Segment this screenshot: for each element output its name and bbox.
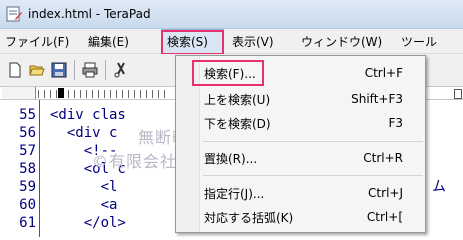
menu-item-label: 下を検索(D) [204, 116, 271, 131]
line-number-gutter: 55 56 57 58 59 60 61 [0, 100, 40, 237]
menu-item-label: 上を検索(U) [204, 92, 271, 107]
open-file-icon[interactable] [27, 60, 47, 80]
code-line: <div c [50, 125, 118, 141]
menu-search[interactable]: 検索(S) [161, 28, 224, 54]
menu-item-shortcut: Shift+F3 [351, 92, 403, 106]
window-title: index.html - TeraPad [28, 7, 151, 21]
menu-file[interactable]: ファイル(F) [0, 29, 74, 54]
line-number: 56 [19, 125, 36, 141]
ruler-end-mark [454, 89, 462, 99]
ruler-cursor-mark [58, 88, 64, 98]
code-line: <div clas [50, 107, 126, 123]
menu-item-find-up[interactable]: 上を検索(U) Shift+F3 [200, 87, 425, 111]
toolbar-separator [74, 60, 75, 80]
save-file-icon[interactable] [49, 60, 69, 80]
code-line: <l [50, 179, 118, 195]
menu-item-replace[interactable]: 置換(R)... Ctrl+R [200, 146, 425, 170]
menu-item-label: 置換(R)... [204, 151, 258, 166]
menu-bar: ファイル(F) 編集(E) 検索(S) 表示(V) ウィンドウ(W) ツール [0, 28, 463, 54]
code-line: <a [50, 197, 118, 213]
menu-item-shortcut: F3 [388, 116, 403, 130]
line-number: 55 [19, 107, 36, 123]
line-number: 59 [19, 179, 36, 195]
line-number: 58 [19, 161, 36, 177]
line-number: 61 [19, 215, 36, 231]
line-number: 57 [19, 143, 36, 159]
title-bar: index.html - TeraPad [0, 0, 463, 29]
terapad-app-icon [6, 6, 22, 22]
cut-icon[interactable] [111, 60, 131, 80]
new-file-icon[interactable] [5, 60, 25, 80]
menu-separator [203, 141, 423, 142]
menu-item-shortcut: Ctrl+F [364, 66, 403, 80]
menu-item-shortcut: Ctrl+J [368, 186, 403, 200]
code-line-fragment: ム [432, 179, 446, 195]
ruler-gutter [2, 87, 36, 99]
menu-item-find-down[interactable]: 下を検索(D) F3 [200, 111, 425, 135]
menu-view[interactable]: 表示(V) [224, 29, 296, 54]
print-icon[interactable] [80, 60, 100, 80]
find-item-highlight [192, 60, 264, 86]
menu-edit[interactable]: 編集(E) [74, 29, 148, 54]
menu-item-label: 対応する括弧(K) [204, 210, 294, 225]
menu-item-label: 指定行(J)... [204, 186, 265, 201]
menu-item-shortcut: Ctrl+R [363, 151, 403, 165]
menu-window[interactable]: ウィンドウ(W) [296, 29, 396, 54]
menu-item-matching-bracket[interactable]: 対応する括弧(K) Ctrl+[ [200, 205, 425, 229]
menu-item-shortcut: Ctrl+[ [366, 210, 403, 224]
menu-separator [203, 175, 423, 176]
line-number: 60 [19, 197, 36, 213]
toolbar-separator [105, 60, 106, 80]
menu-tools[interactable]: ツール [396, 29, 446, 54]
code-line: </ol> [50, 215, 126, 231]
menu-item-go-to-line[interactable]: 指定行(J)... Ctrl+J [200, 181, 425, 205]
